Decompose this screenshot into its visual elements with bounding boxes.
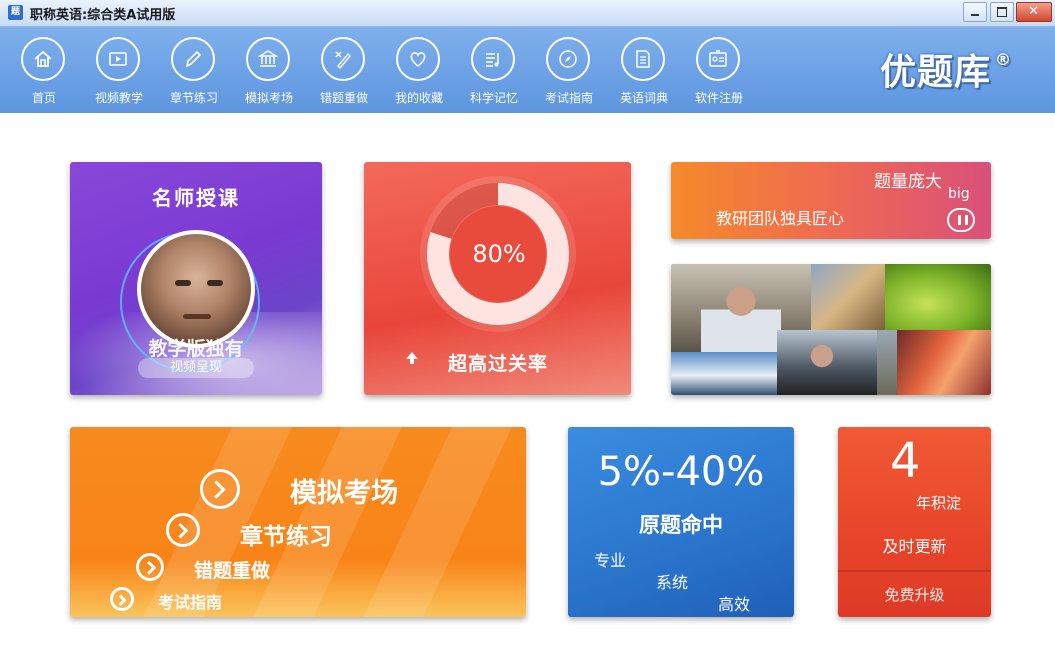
hit-word: 专业 (594, 551, 627, 570)
tile-hit-rate[interactable]: 5%-40% 原题命中 专业 系统 高效 (568, 427, 794, 617)
tile-title: 名师授课 (152, 186, 240, 210)
tile-teacher-video[interactable]: 名师授课 教学版独有 视频呈现 (70, 162, 322, 395)
nav-mock-exam[interactable]: 模拟考场 (234, 33, 304, 109)
chevron-right-icon (110, 587, 134, 611)
practice-item-chapter[interactable]: 章节练习 (240, 517, 332, 551)
nav-video[interactable]: 视频教学 (84, 33, 154, 109)
maximize-button[interactable] (990, 2, 1014, 22)
tile-subtitle: 教学版独有 (148, 338, 244, 360)
tile-banner[interactable]: 题量庞大 big 教研团队独具匠心 (671, 162, 991, 239)
wrong-answer-icon (321, 37, 365, 81)
nav-label: 章节练习 (169, 91, 218, 105)
nav-wrong-redo[interactable]: 错题重做 (309, 33, 379, 109)
update-line: 及时更新 (882, 537, 947, 556)
tile-pill: 视频呈现 (138, 358, 254, 378)
document-icon (621, 37, 665, 81)
nav-label: 错题重做 (319, 91, 368, 105)
nav-label: 视频教学 (94, 91, 143, 105)
nav-label: 首页 (31, 91, 56, 105)
building-icon (246, 37, 290, 81)
pass-rate-caption: 超高过关率 (448, 353, 549, 375)
close-button[interactable]: ✕ (1016, 2, 1052, 22)
banner-line2: 教研团队独具匠心 (716, 209, 845, 228)
nav-memory[interactable]: 科学记忆 (459, 33, 529, 109)
pause-icon[interactable] (947, 208, 975, 232)
photo-man-two (777, 330, 877, 395)
tile-photo-collage[interactable] (671, 264, 991, 395)
id-card-icon (696, 37, 740, 81)
nav-label: 英语词典 (619, 91, 668, 105)
hit-rate-range: 5%-40% (597, 449, 765, 495)
pencil-icon (171, 37, 215, 81)
nav-register[interactable]: 软件注册 (684, 33, 754, 109)
photo-building (811, 264, 885, 330)
banner-big: big (948, 186, 970, 202)
nav-label: 我的收藏 (394, 91, 443, 105)
years-number: 4 (890, 433, 921, 489)
brand-logo: 优题库 ® (880, 43, 1012, 95)
photo-landscape (877, 330, 897, 395)
teacher-photo (137, 230, 255, 348)
photo-mountain (671, 352, 777, 395)
title-bar: 题 职称英语:综合类A试用版 ✕ (0, 0, 1055, 27)
practice-item-wrong-redo[interactable]: 错题重做 (194, 556, 270, 583)
nav-label: 软件注册 (694, 91, 743, 105)
tile-pass-rate[interactable]: 80% 超高过关率 (364, 162, 631, 395)
photo-canyon (897, 330, 991, 395)
hit-rate-caption: 原题命中 (639, 513, 723, 537)
nav-label: 模拟考场 (244, 91, 293, 105)
app-icon: 题 (8, 5, 23, 20)
up-arrow-stem (410, 358, 414, 364)
nav-label: 考试指南 (544, 91, 593, 105)
hit-word: 系统 (656, 573, 689, 592)
nav-chapter-practice[interactable]: 章节练习 (159, 33, 229, 109)
nav-label: 科学记忆 (469, 91, 518, 105)
close-icon: ✕ (1028, 4, 1039, 19)
logo-text: 优题库 (880, 52, 992, 93)
photo-leaf (885, 264, 991, 330)
heart-icon (396, 37, 440, 81)
video-icon (96, 37, 140, 81)
free-upgrade-line: 免费升级 (884, 586, 945, 604)
pass-rate-value: 80% (472, 240, 526, 268)
home-icon (21, 37, 65, 81)
list-icon (471, 37, 515, 81)
window-title: 职称英语:综合类A试用版 (30, 8, 176, 23)
practice-item-mock-exam[interactable]: 模拟考场 (290, 471, 398, 510)
main-toolbar: 首页 视频教学 章节练习 模拟考场 错题重做 我的收藏 科学记忆 考试指南 英语… (0, 27, 1055, 113)
nav-favorites[interactable]: 我的收藏 (384, 33, 454, 109)
nav-dictionary[interactable]: 英语词典 (609, 33, 679, 109)
registered-mark: ® (995, 50, 1013, 69)
chevron-right-icon (136, 553, 164, 581)
compass-icon (546, 37, 590, 81)
photo-man-sunglasses (701, 274, 781, 352)
minimize-button[interactable] (963, 2, 987, 22)
hit-word: 高效 (718, 595, 751, 614)
banner-line1: 题量庞大 (874, 172, 942, 192)
tile-practice[interactable]: 模拟考场 章节练习 错题重做 考试指南 (70, 427, 526, 617)
practice-item-guide[interactable]: 考试指南 (158, 589, 222, 613)
divider (838, 570, 991, 572)
years-unit: 年积淀 (916, 494, 962, 512)
chevron-right-icon (200, 469, 240, 509)
nav-exam-guide[interactable]: 考试指南 (534, 33, 604, 109)
tile-update[interactable]: 4 年积淀 及时更新 免费升级 (838, 427, 991, 617)
chevron-right-icon (166, 513, 200, 547)
nav-home[interactable]: 首页 (9, 33, 79, 109)
